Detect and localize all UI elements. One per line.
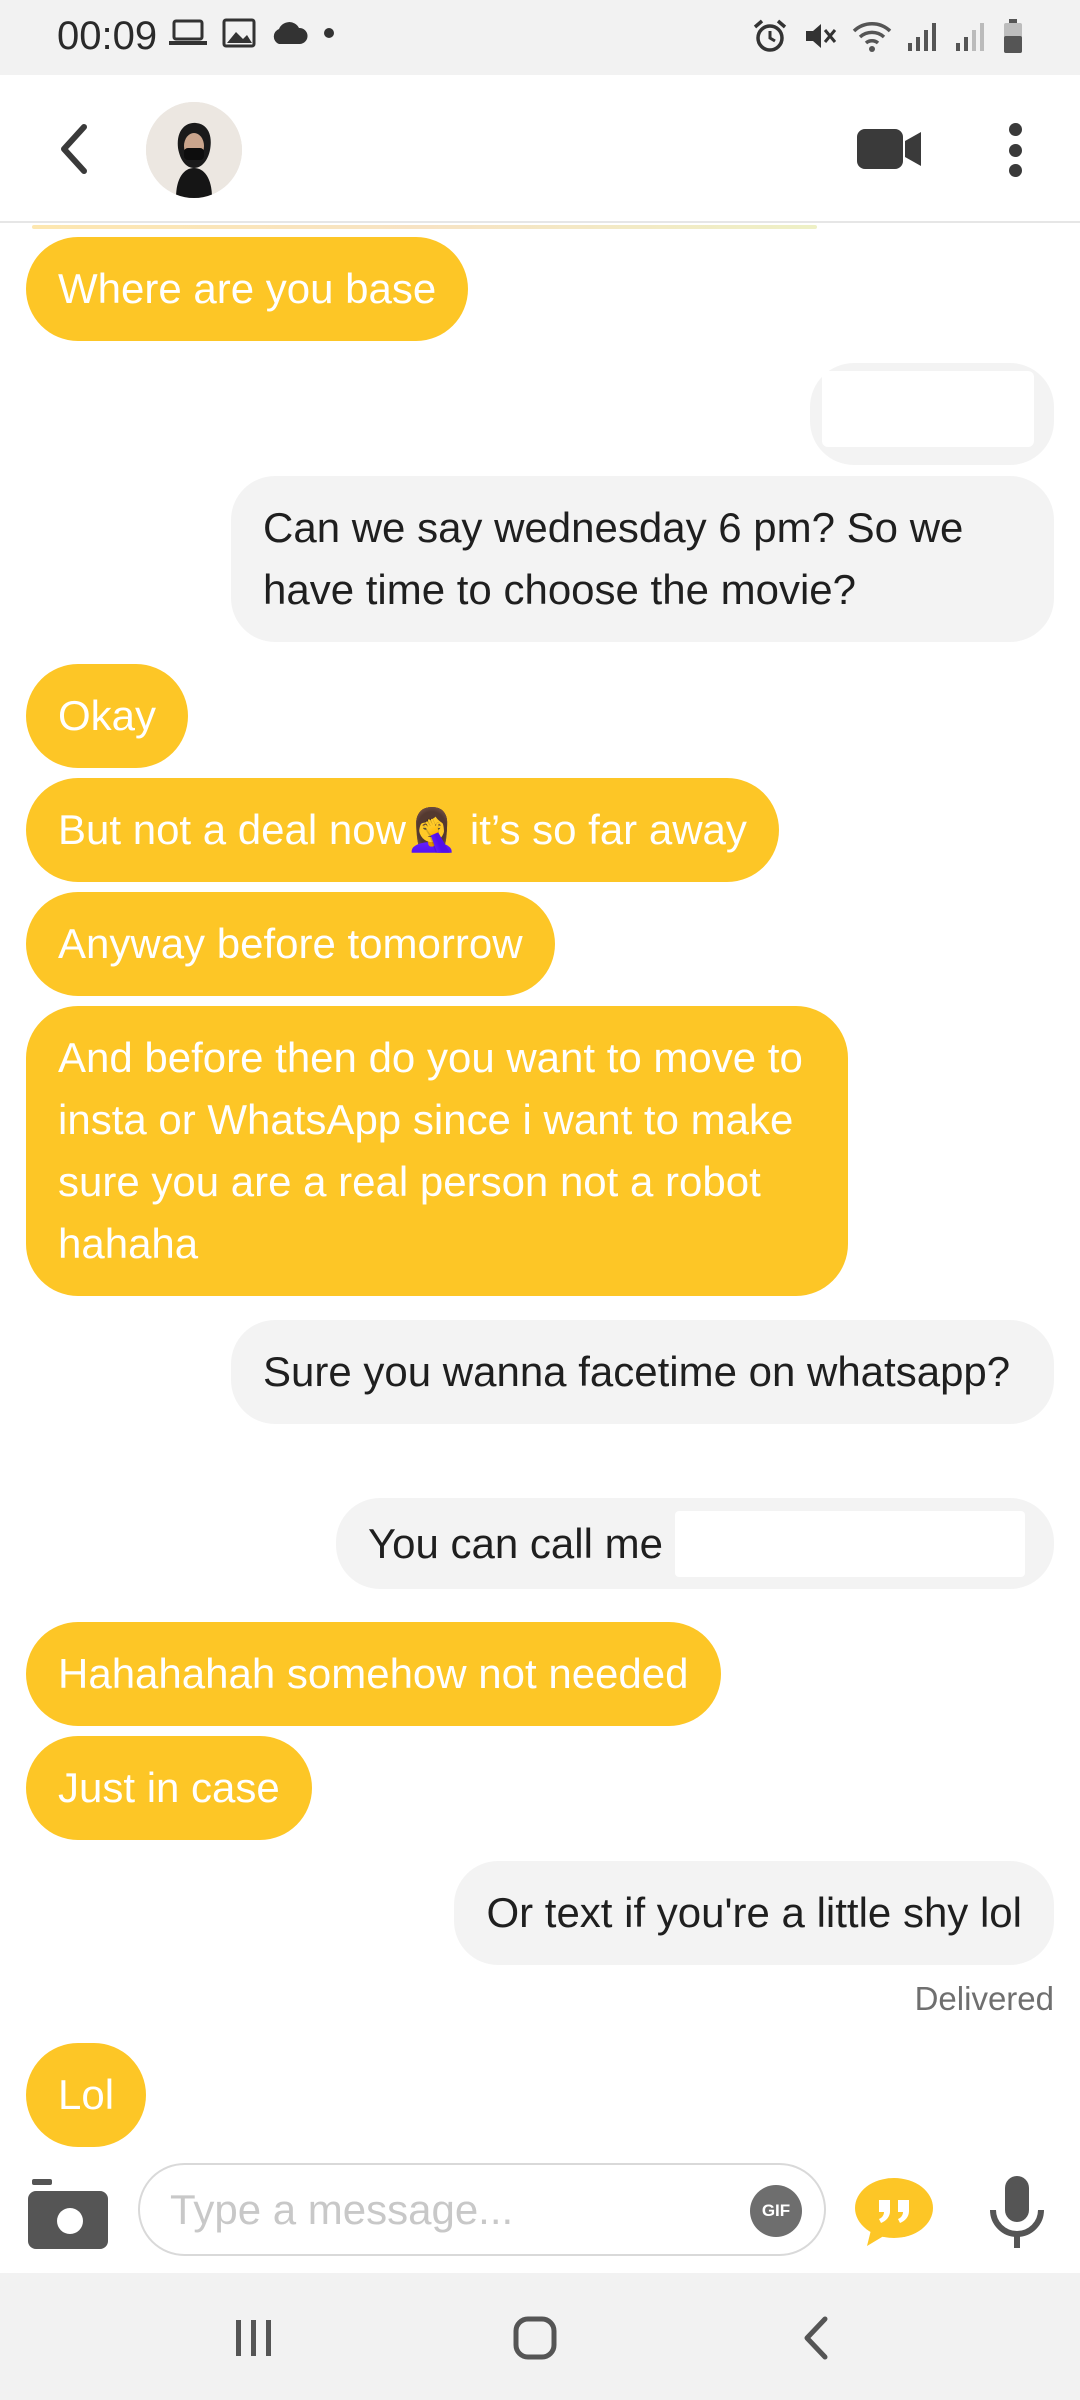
message-incoming[interactable]: And before then do you want to move to i… (26, 1006, 848, 1296)
facepalm-emoji-icon: 🤦‍♀️ (405, 806, 459, 853)
cloud-icon (273, 22, 308, 44)
chevron-left-icon (61, 124, 87, 174)
message-input[interactable] (170, 2181, 730, 2239)
message-text: Just in case (58, 1764, 280, 1811)
delivered-status: Delivered (914, 1980, 1054, 2017)
status-right-icons (752, 18, 1024, 54)
message-text: Sure you wanna facetime on whatsapp? (263, 1348, 1011, 1395)
back-nav-button[interactable] (786, 2308, 846, 2368)
message-incoming[interactable]: But not a deal now🤦‍♀️ it’s so far away (26, 778, 779, 882)
message-incoming[interactable]: Lol (26, 2043, 147, 2147)
signal-icon (908, 23, 936, 51)
signal-icon (956, 23, 984, 51)
message-input-field[interactable]: GIF (138, 2163, 826, 2256)
message-outgoing[interactable]: Can we say wednesday 6 pm? So we have ti… (231, 476, 1054, 642)
image-icon (222, 18, 256, 48)
back-icon (804, 2316, 828, 2360)
message-incoming[interactable]: Hahahahah somehow not needed (26, 1622, 721, 1726)
message-text: Lol (58, 2071, 115, 2118)
message-text: Hahahahah somehow not needed (58, 1650, 689, 1697)
video-camera-icon (857, 129, 921, 169)
recent-apps-icon (236, 2320, 271, 2356)
quote-button[interactable] (853, 2176, 935, 2248)
message-text: it’s so far away (458, 806, 747, 853)
system-nav-bar (0, 2273, 1080, 2400)
microphone-button[interactable] (985, 2172, 1049, 2256)
message-outgoing[interactable]: Sure you wanna facetime on whatsapp? (231, 1320, 1054, 1424)
microphone-icon (990, 2176, 1044, 2248)
message-incoming[interactable]: Anyway before tomorrow (26, 892, 555, 996)
home-button[interactable] (505, 2308, 565, 2368)
message-text: And before then do you want to move to i… (58, 1034, 803, 1267)
quote-bubble-icon (855, 2178, 933, 2246)
chat-thread[interactable]: Where are you base Can we say wednesday … (0, 225, 1080, 2170)
more-vertical-icon (1008, 164, 1022, 177)
avatar-photo (146, 102, 242, 198)
more-vertical-icon (1008, 123, 1022, 136)
laptop-icon (169, 19, 207, 45)
video-call-button[interactable] (855, 123, 925, 175)
message-text: Anyway before tomorrow (58, 920, 523, 967)
status-bar: 00:09 (0, 0, 1080, 75)
back-button[interactable] (48, 119, 98, 179)
message-outgoing-redacted[interactable] (810, 363, 1054, 465)
camera-button[interactable] (26, 2177, 110, 2253)
chat-header (0, 75, 1080, 223)
previous-message-edge (32, 225, 817, 229)
more-vertical-icon (1008, 143, 1022, 157)
redacted-content (822, 371, 1034, 447)
message-text: Can we say wednesday 6 pm? So we have ti… (263, 504, 964, 613)
mute-icon (806, 24, 837, 48)
more-options-button[interactable] (996, 121, 1034, 179)
alarm-icon (753, 19, 787, 52)
message-text: Okay (58, 692, 157, 739)
message-text: Or text if you're a little shy lol (486, 1889, 1022, 1936)
message-text: Where are you base (58, 265, 437, 312)
wifi-icon (852, 22, 892, 52)
message-outgoing[interactable]: You can call me (336, 1498, 1054, 1589)
message-text: You can call me (368, 1519, 675, 1567)
composer-bar: GIF (0, 2160, 1080, 2275)
message-text: But not a deal now (58, 806, 406, 853)
camera-icon (28, 2179, 108, 2249)
avatar[interactable] (146, 102, 242, 198)
recent-apps-button[interactable] (224, 2308, 284, 2368)
home-icon (513, 2316, 557, 2360)
message-incoming[interactable]: Just in case (26, 1736, 312, 1840)
dot-icon (324, 28, 334, 38)
battery-icon (1004, 19, 1022, 53)
redacted-content (674, 1510, 1025, 1577)
status-time: 00:09 (57, 14, 158, 58)
gif-button[interactable]: GIF (750, 2185, 802, 2237)
status-left-icons (168, 18, 336, 48)
message-outgoing[interactable]: Or text if you're a little shy lol (454, 1861, 1054, 1965)
message-incoming[interactable]: Where are you base (26, 237, 469, 341)
message-incoming[interactable]: Okay (26, 664, 189, 768)
